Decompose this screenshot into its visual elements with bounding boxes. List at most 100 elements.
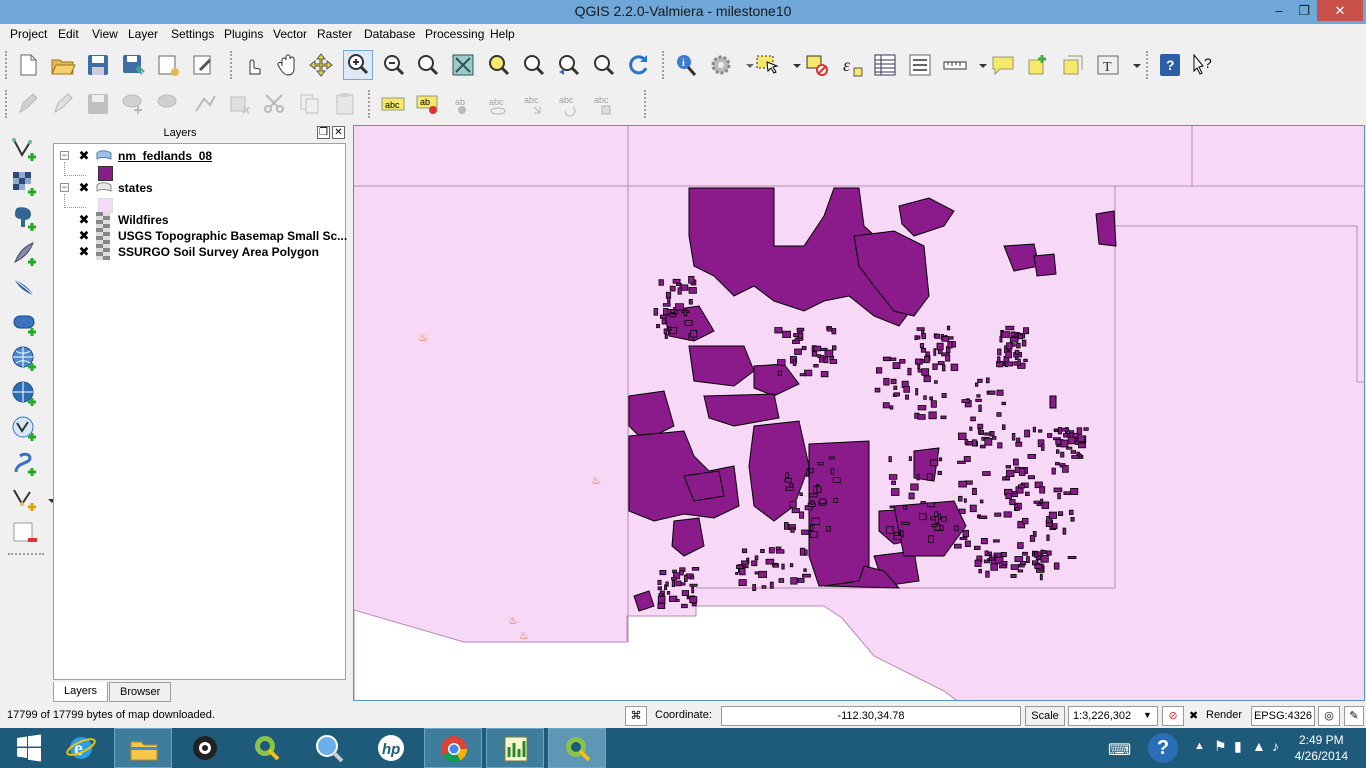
open-project-icon[interactable] (50, 52, 76, 78)
label-rotate-icon[interactable]: abc (555, 91, 581, 117)
pan-map-icon[interactable] (275, 52, 301, 78)
annotation-dropdown-icon[interactable] (1124, 52, 1141, 78)
node-tool-icon[interactable] (192, 91, 218, 117)
toggle-editing-icon[interactable] (50, 91, 76, 117)
hp-app-icon[interactable]: hp (362, 728, 420, 768)
remove-layer-icon[interactable] (11, 520, 39, 548)
layer-visibility-checkbox[interactable]: ✖ (78, 213, 90, 226)
copy-features-icon[interactable] (297, 91, 323, 117)
start-icon[interactable] (0, 728, 58, 768)
add-raster-layer-icon[interactable] (11, 170, 39, 198)
run-action-dropdown-icon[interactable] (737, 52, 754, 78)
layer-row-wildfires[interactable]: ✖ Wildfires (54, 212, 344, 228)
new-print-composer-icon[interactable] (155, 52, 181, 78)
collapse-icon[interactable]: − (60, 151, 69, 160)
menu-project[interactable]: Project (10, 27, 47, 41)
layer-row-ssurgo[interactable]: ✖ SSURGO Soil Survey Area Polygon (54, 244, 344, 260)
menu-raster[interactable]: Raster (317, 27, 352, 41)
chevron-down-icon[interactable]: ▼ (1143, 710, 1152, 720)
fedlands-symbol-swatch[interactable] (98, 166, 113, 181)
new-project-icon[interactable] (15, 52, 41, 78)
layer-labeling-icon[interactable]: abc (380, 91, 406, 117)
zoom-to-layer-icon[interactable] (520, 52, 546, 78)
tab-browser[interactable]: Browser (109, 682, 172, 702)
add-mssql-layer-icon[interactable] (11, 275, 39, 303)
label-show-hide-icon[interactable]: abc (485, 91, 511, 117)
coordinate-field[interactable]: -112.30,34.78 (721, 706, 1021, 726)
statistics-icon[interactable] (907, 52, 933, 78)
layer-name[interactable]: USGS Topographic Basemap Small Sc... (118, 229, 347, 243)
battery-icon[interactable]: ▮ (1234, 738, 1242, 755)
toolbar-grip[interactable] (644, 90, 648, 118)
text-annotation-icon[interactable]: T (1095, 52, 1121, 78)
close-panel-icon[interactable]: ✕ (332, 126, 345, 139)
messages-icon[interactable]: ✎ (1344, 706, 1364, 726)
run-action-icon[interactable] (708, 52, 734, 78)
clock[interactable]: 2:49 PM 4/26/2014 (1295, 732, 1348, 764)
toolbar-grip[interactable] (5, 90, 9, 118)
toolbar-grip[interactable] (368, 90, 372, 118)
qgis-active-icon[interactable] (548, 728, 606, 768)
layer-name[interactable]: Wildfires (118, 213, 169, 227)
new-layer-dropdown-icon[interactable] (38, 487, 56, 515)
menu-processing[interactable]: Processing (425, 27, 484, 41)
render-checkbox[interactable]: ✖ (1189, 709, 1198, 722)
layer-row-usgs-basemap[interactable]: ✖ USGS Topographic Basemap Small Sc... (54, 228, 347, 244)
zoom-in-icon[interactable] (343, 50, 373, 80)
zoom-full-icon[interactable] (450, 52, 476, 78)
internet-explorer-icon[interactable]: e (52, 728, 110, 768)
paste-features-icon[interactable] (332, 91, 358, 117)
pan-to-selection-icon[interactable] (308, 52, 334, 78)
menu-database[interactable]: Database (364, 27, 415, 41)
magnifier-app-icon[interactable] (300, 728, 358, 768)
field-calculator-icon[interactable]: ε (838, 52, 864, 78)
menu-view[interactable]: View (92, 27, 118, 41)
chart-app-icon[interactable] (486, 728, 544, 768)
select-dropdown-icon[interactable] (784, 52, 801, 78)
add-oracle-layer-icon[interactable] (11, 310, 39, 338)
menu-plugins[interactable]: Plugins (224, 27, 263, 41)
layer-name[interactable]: states (118, 181, 153, 195)
toolbar-grip[interactable] (1146, 51, 1150, 79)
zoom-next-icon[interactable] (590, 52, 616, 78)
map-tips-icon[interactable] (990, 52, 1016, 78)
zoom-out-icon[interactable] (380, 52, 406, 78)
chrome-app-icon[interactable] (424, 728, 482, 768)
move-feature-icon[interactable] (155, 91, 181, 117)
show-bookmarks-icon[interactable] (1060, 52, 1086, 78)
crs-status[interactable]: EPSG:4326 (1251, 706, 1315, 726)
menu-layer[interactable]: Layer (128, 27, 158, 41)
label-change-icon[interactable]: abc (590, 91, 616, 117)
add-wcs-layer-icon[interactable] (11, 380, 39, 408)
layer-visibility-checkbox[interactable]: ✖ (78, 149, 90, 162)
toolbar-grip[interactable] (8, 553, 44, 557)
layer-visibility-checkbox[interactable]: ✖ (78, 245, 90, 258)
minimize-button[interactable]: – (1265, 0, 1293, 21)
help-tray-icon[interactable]: ? (1148, 733, 1178, 763)
label-move-icon[interactable]: abc (520, 91, 546, 117)
label-pin-icon[interactable]: ab (415, 91, 441, 117)
deselect-icon[interactable] (804, 52, 830, 78)
menu-vector[interactable]: Vector (273, 27, 307, 41)
menu-settings[interactable]: Settings (171, 27, 214, 41)
composer-manager-icon[interactable] (190, 52, 216, 78)
identify-icon[interactable]: i (673, 52, 699, 78)
coordinate-toggle-icon[interactable]: ⌘ (625, 706, 647, 726)
cut-features-icon[interactable] (262, 91, 288, 117)
add-delimited-text-icon[interactable] (11, 450, 39, 478)
show-hidden-icons-icon[interactable]: ▲ (1194, 740, 1205, 752)
select-features-icon[interactable] (755, 52, 781, 78)
touch-zoom-icon[interactable] (240, 52, 266, 78)
menu-edit[interactable]: Edit (58, 27, 79, 41)
states-symbol-swatch[interactable] (98, 198, 113, 213)
label-highlight-icon[interactable]: ab (450, 91, 476, 117)
zoom-last-icon[interactable] (555, 52, 581, 78)
zoom-actual-size-icon[interactable] (414, 52, 440, 78)
save-layer-edits-icon[interactable] (85, 91, 111, 117)
toolbar-grip[interactable] (662, 51, 666, 79)
help-contents-icon[interactable]: ? (1157, 52, 1183, 78)
stop-render-icon[interactable]: ⊘ (1162, 706, 1184, 726)
layer-name[interactable]: nm_fedlands_08 (118, 149, 212, 163)
add-postgis-layer-icon[interactable] (11, 205, 39, 233)
network-signal-icon[interactable]: ▲ (1252, 738, 1266, 754)
